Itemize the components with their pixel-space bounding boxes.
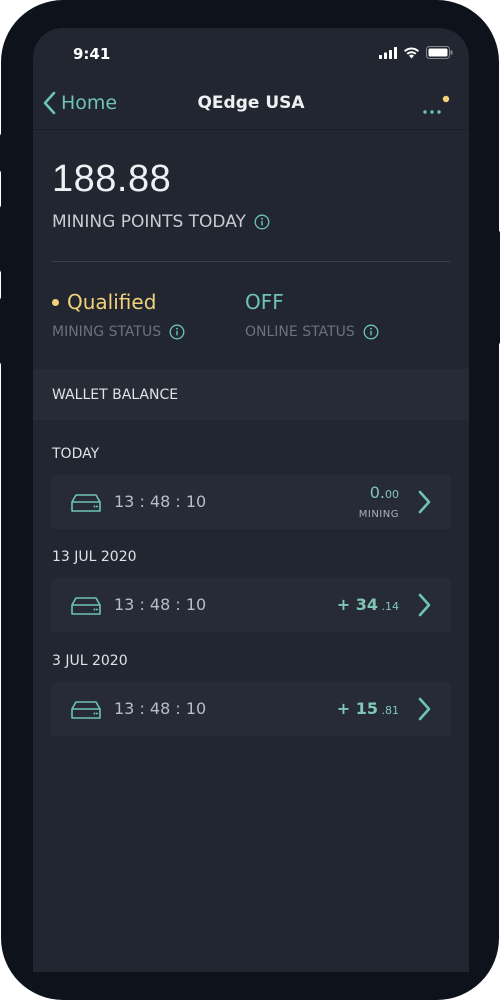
transaction-amount: 0.00 bbox=[370, 483, 399, 502]
device-drive-icon bbox=[71, 597, 101, 615]
wallet-balance-header: WALLET BALANCE bbox=[33, 369, 469, 420]
amount-decimal: 00 bbox=[385, 488, 399, 501]
info-icon[interactable] bbox=[254, 214, 270, 230]
status-bar: 9:41 bbox=[33, 28, 469, 78]
power-button bbox=[492, 230, 500, 345]
mining-status-label-row: MINING STATUS bbox=[52, 324, 185, 340]
wifi-icon bbox=[404, 46, 419, 58]
info-icon[interactable] bbox=[169, 324, 185, 340]
device-drive-icon bbox=[71, 701, 101, 719]
mute-switch bbox=[0, 133, 8, 173]
battery-icon bbox=[426, 46, 453, 59]
cellular-signal-icon bbox=[379, 46, 397, 59]
divider bbox=[52, 261, 450, 262]
transaction-time: 13 : 48 : 10 bbox=[114, 492, 207, 511]
date-label: 3 JUL 2020 bbox=[52, 653, 128, 669]
app-screen: 9:41 Home QEdge USA 188.88 MINING POINTS… bbox=[33, 28, 469, 972]
transaction-time: 13 : 48 : 10 bbox=[114, 699, 207, 718]
mining-status-value-row: Qualified bbox=[52, 290, 185, 314]
page-title: QEdge USA bbox=[197, 93, 305, 113]
mining-status-block: Qualified MINING STATUS bbox=[52, 290, 185, 340]
navigation-bar: Home QEdge USA bbox=[33, 78, 469, 130]
transaction-row[interactable]: 13 : 48 : 10 + 34 .14 bbox=[51, 578, 451, 632]
info-icon[interactable] bbox=[363, 324, 379, 340]
mining-status-label: MINING STATUS bbox=[52, 324, 162, 340]
chevron-right-icon bbox=[418, 697, 431, 721]
phone-frame: 9:41 Home QEdge USA 188.88 MINING POINTS… bbox=[0, 0, 500, 1000]
transaction-row[interactable]: 13 : 48 : 10 + 15 .81 bbox=[51, 682, 451, 736]
mining-points-value: 188.88 bbox=[52, 158, 172, 200]
transaction-time: 13 : 48 : 10 bbox=[114, 595, 207, 614]
transaction-amount: + 15 .81 bbox=[337, 699, 399, 718]
mining-status-value: Qualified bbox=[67, 290, 157, 314]
volume-up-button bbox=[0, 205, 8, 273]
date-label: TODAY bbox=[52, 446, 100, 462]
online-status-value-row: OFF bbox=[245, 290, 379, 314]
chevron-right-icon bbox=[418, 490, 431, 514]
amount-integer: + 34 bbox=[336, 595, 378, 614]
device-drive-icon bbox=[71, 494, 101, 512]
online-status-block: OFF ONLINE STATUS bbox=[245, 290, 379, 340]
status-dot-icon bbox=[52, 298, 59, 306]
status-icons bbox=[379, 46, 453, 59]
transaction-amount: + 34 .14 bbox=[337, 595, 399, 614]
wallet-balance-title: WALLET BALANCE bbox=[52, 387, 179, 403]
online-status-label-row: ONLINE STATUS bbox=[245, 324, 379, 340]
chevron-right-icon bbox=[418, 593, 431, 617]
online-status-label: ONLINE STATUS bbox=[245, 324, 355, 340]
mining-points-label: MINING POINTS TODAY bbox=[52, 212, 246, 232]
online-status-value: OFF bbox=[245, 290, 284, 314]
amount-decimal: .14 bbox=[378, 600, 399, 613]
transaction-row[interactable]: 13 : 48 : 10 0.00 MINING bbox=[51, 475, 451, 529]
amount-decimal: .81 bbox=[378, 704, 399, 717]
more-dots-icon bbox=[423, 95, 450, 114]
volume-down-button bbox=[0, 297, 8, 365]
more-menu-button[interactable] bbox=[421, 90, 451, 120]
status-time: 9:41 bbox=[73, 45, 111, 63]
amount-integer: 0. bbox=[369, 483, 385, 502]
date-label: 13 JUL 2020 bbox=[52, 549, 137, 565]
mining-points-label-row: MINING POINTS TODAY bbox=[52, 212, 270, 232]
transaction-status: MINING bbox=[358, 509, 399, 520]
amount-integer: + 15 bbox=[336, 699, 378, 718]
